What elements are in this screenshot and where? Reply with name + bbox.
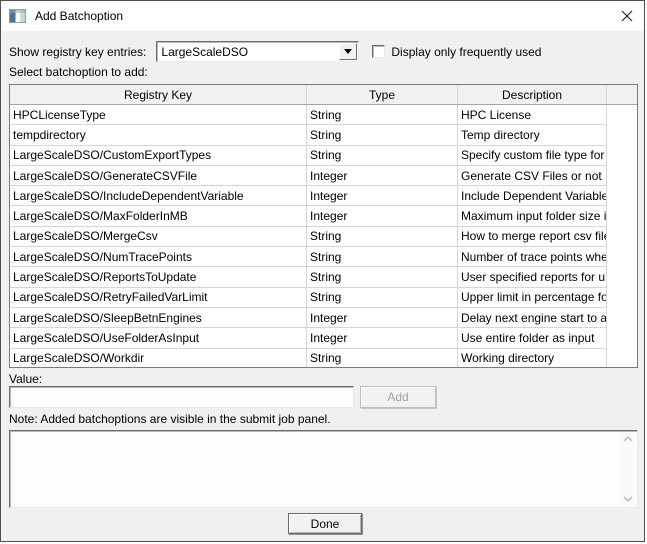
table-cell: Integer: [307, 206, 458, 227]
table-cell: String: [307, 267, 458, 288]
table-row[interactable]: LargeScaleDSO/MergeCsv String How to merge…: [10, 226, 637, 248]
table-cell: Number of trace points whe...: [458, 247, 607, 268]
filter-row: Show registry key entries: LargeScaleDSO…: [9, 41, 541, 62]
table-cell: LargeScaleDSO/IncludeDependentVariable: [10, 186, 307, 207]
table-cell: LargeScaleDSO/GenerateCSVFile: [10, 165, 307, 187]
table-cell: Integer: [307, 328, 458, 349]
table-cell: LargeScaleDSO/UseFolderAsInput: [10, 328, 307, 349]
add-batchoption-dialog: Add Batchoption Show registry key entrie…: [0, 0, 645, 542]
batchoption-table: Registry Key Type Description HPCLicenseTy…: [9, 84, 638, 368]
close-icon: [621, 10, 633, 22]
table-cell: String: [307, 145, 458, 166]
added-batchoptions-panel[interactable]: [9, 430, 638, 508]
table-cell: Specify custom file type for ...: [458, 145, 607, 166]
row-gutter: [607, 186, 637, 206]
table-cell: LargeScaleDSO/CustomExportTypes: [10, 145, 307, 166]
table-row[interactable]: LargeScaleDSO/ReportsToUpdate String User …: [10, 267, 637, 288]
table-row[interactable]: HPCLicenseType String HPC License: [10, 105, 637, 126]
row-gutter: [607, 267, 637, 287]
title-bar: Add Batchoption: [1, 1, 644, 31]
table-cell: tempdirectory: [10, 125, 307, 146]
chevron-down-icon: [344, 49, 353, 54]
row-gutter: [607, 328, 637, 348]
table-body: HPCLicenseType String HPC License tempdirec…: [10, 105, 637, 367]
table-cell: LargeScaleDSO/MaxFolderInMB: [10, 206, 307, 227]
table-cell: String: [307, 226, 458, 248]
registry-key-dropdown[interactable]: LargeScaleDSO: [156, 41, 360, 62]
table-row[interactable]: LargeScaleDSO/IncludeDependentVariable In…: [10, 186, 637, 207]
table-cell: Integer: [307, 186, 458, 207]
app-icon: [9, 9, 26, 23]
table-row[interactable]: LargeScaleDSO/UseFolderAsInput Integer Use…: [10, 328, 637, 349]
table-cell: Include Dependent Variable ...: [458, 186, 607, 207]
table-cell: HPCLicenseType: [10, 105, 307, 126]
table-cell: LargeScaleDSO/ReportsToUpdate: [10, 267, 307, 288]
table-row[interactable]: LargeScaleDSO/NumTracePoints String Number…: [10, 247, 637, 268]
table-row[interactable]: tempdirectory String Temp directory: [10, 125, 637, 146]
table-cell: Integer: [307, 307, 458, 329]
table-cell: Integer: [307, 165, 458, 187]
table-cell: LargeScaleDSO/SleepBetnEngines: [10, 307, 307, 329]
table-cell: User specified reports for u...: [458, 267, 607, 288]
table-cell: String: [307, 348, 458, 367]
column-header[interactable]: Description: [458, 85, 607, 104]
value-input[interactable]: [9, 386, 354, 408]
scroll-up-icon[interactable]: [622, 436, 633, 442]
table-cell: LargeScaleDSO/MergeCsv: [10, 226, 307, 248]
table-row[interactable]: LargeScaleDSO/MaxFolderInMB Integer Maximu…: [10, 206, 637, 227]
done-button[interactable]: Done: [288, 513, 362, 534]
registry-entries-label: Show registry key entries:: [9, 44, 147, 59]
note-scrollbar[interactable]: [620, 433, 635, 505]
table-cell: Generate CSV Files or not: [458, 165, 607, 187]
table-cell: Working directory: [458, 348, 607, 367]
column-header[interactable]: Type: [307, 85, 458, 104]
table-row[interactable]: LargeScaleDSO/RetryFailedVarLimit String U…: [10, 287, 637, 308]
column-header-gutter: [607, 85, 637, 104]
table-cell: Maximum input folder size in...: [458, 206, 607, 227]
add-button[interactable]: Add: [360, 386, 436, 408]
row-gutter: [607, 247, 637, 267]
table-cell: String: [307, 105, 458, 126]
select-batchoption-label: Select batchoption to add:: [9, 65, 148, 79]
dialog-title: Add Batchoption: [35, 9, 124, 23]
table-cell: Upper limit in percentage fo...: [458, 287, 607, 308]
scroll-down-icon[interactable]: [622, 496, 633, 502]
row-gutter: [607, 125, 637, 145]
dropdown-selected-value: LargeScaleDSO: [161, 44, 249, 59]
table-cell: LargeScaleDSO/Workdir: [10, 348, 307, 367]
column-header[interactable]: Registry Key: [10, 85, 307, 104]
row-gutter: [607, 105, 637, 125]
frequently-used-checkbox-group[interactable]: Display only frequently used: [372, 45, 541, 59]
note-label: Note: Added batchoptions are visible in …: [9, 412, 331, 426]
table-cell: String: [307, 287, 458, 308]
frequently-used-checkbox[interactable]: [372, 45, 386, 58]
table-cell: String: [307, 125, 458, 146]
row-gutter: [607, 288, 637, 308]
table-cell: How to merge report csv files: [458, 226, 607, 248]
table-cell: LargeScaleDSO/NumTracePoints: [10, 247, 307, 268]
row-gutter: [607, 308, 637, 328]
table-row[interactable]: LargeScaleDSO/SleepBetnEngines Integer Del…: [10, 307, 637, 329]
row-gutter: [607, 349, 637, 367]
table-cell: Temp directory: [458, 125, 607, 146]
table-cell: LargeScaleDSO/RetryFailedVarLimit: [10, 287, 307, 308]
table-cell: String: [307, 247, 458, 268]
table-cell: Delay next engine start to a...: [458, 307, 607, 329]
table-row[interactable]: LargeScaleDSO/CustomExportTypes String Spe…: [10, 145, 637, 166]
table-row[interactable]: LargeScaleDSO/GenerateCSVFile Integer Gene…: [10, 165, 637, 187]
table-cell: HPC License: [458, 105, 607, 126]
table-header: Registry Key Type Description: [10, 85, 637, 105]
table-row[interactable]: LargeScaleDSO/Workdir String Working direc…: [10, 348, 637, 367]
row-gutter: [607, 227, 637, 247]
row-gutter: [607, 166, 637, 186]
value-label: Value:: [9, 372, 43, 386]
table-cell: Use entire folder as input: [458, 328, 607, 349]
close-button[interactable]: [610, 1, 644, 31]
frequently-used-label: Display only frequently used: [391, 44, 542, 59]
row-gutter: [607, 146, 637, 166]
row-gutter: [607, 206, 637, 226]
dropdown-button[interactable]: [339, 43, 358, 60]
